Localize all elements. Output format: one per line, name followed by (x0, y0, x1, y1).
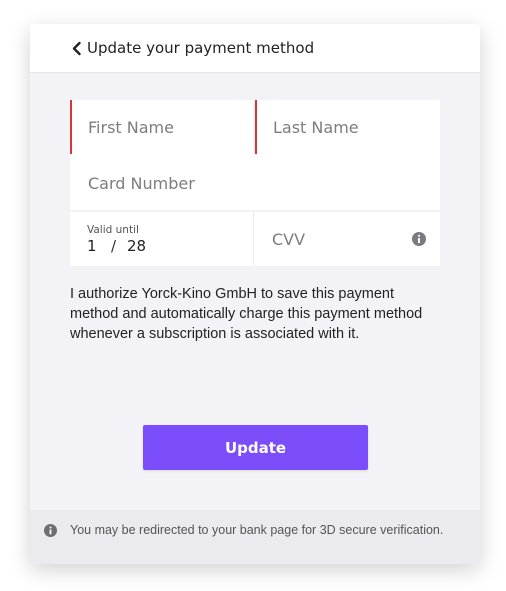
expiry-month[interactable]: 1 (87, 237, 111, 255)
cvv-field[interactable]: CVV (254, 212, 440, 266)
expiry-cvv-row: Valid until 1 / 28 CVV (70, 212, 440, 266)
page-title: Update your payment method (87, 39, 315, 57)
card-number-placeholder: Card Number (88, 173, 195, 193)
card-number-field[interactable]: Card Number (70, 156, 440, 210)
first-name-placeholder: First Name (88, 117, 174, 137)
redirect-notice-text: You may be redirected to your bank page … (70, 523, 444, 537)
expiry-separator: / (111, 236, 117, 255)
payment-method-card: Update your payment method First Name La… (30, 24, 480, 564)
last-name-placeholder: Last Name (273, 117, 359, 137)
card-header: Update your payment method (30, 24, 480, 73)
chevron-left-icon[interactable] (70, 41, 83, 56)
payment-form: First Name Last Name Card Number Valid u… (70, 100, 440, 344)
consent-text: I authorize Yorck-Kino GmbH to save this… (70, 286, 423, 342)
name-row: First Name Last Name (70, 100, 440, 154)
info-circle-icon[interactable] (412, 232, 426, 246)
valid-until-field[interactable]: Valid until 1 / 28 (70, 212, 254, 266)
last-name-field[interactable]: Last Name (255, 100, 440, 154)
redirect-notice: You may be redirected to your bank page … (30, 510, 480, 564)
first-name-field[interactable]: First Name (70, 100, 255, 154)
expiry-year[interactable]: 28 (127, 237, 146, 255)
info-circle-icon (44, 524, 57, 537)
update-button[interactable]: Update (143, 425, 368, 470)
valid-until-label: Valid until (87, 223, 139, 236)
valid-until-values: 1 / 28 (87, 237, 146, 255)
card-number-row: Card Number (70, 154, 440, 210)
cvv-placeholder: CVV (272, 229, 306, 249)
